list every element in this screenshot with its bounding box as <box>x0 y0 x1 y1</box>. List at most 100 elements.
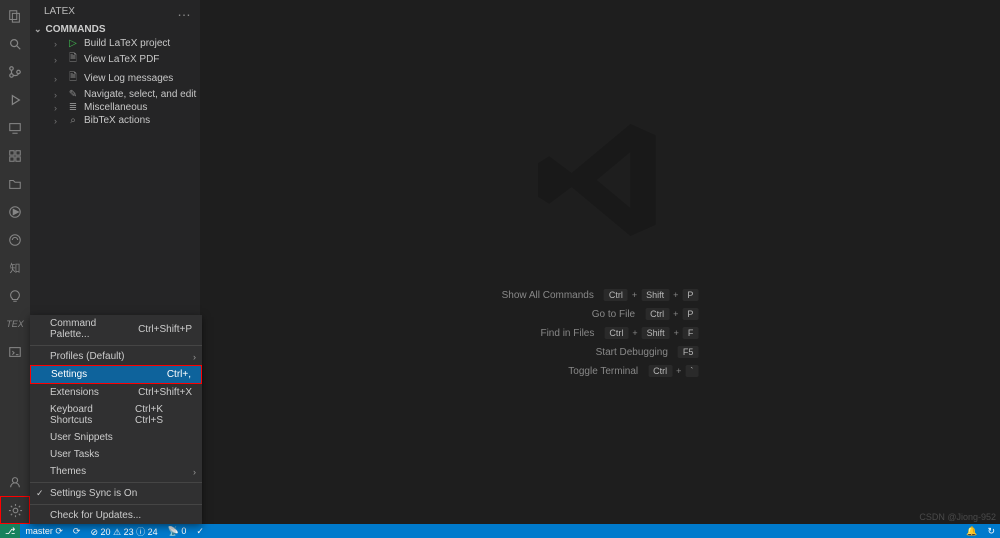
credit-watermark: CSDN @Jiong-952 <box>919 512 996 522</box>
context-menu-item[interactable]: Settings Ctrl+, <box>30 365 202 384</box>
activity-cloud-icon[interactable] <box>0 226 30 254</box>
context-menu-item[interactable]: Profiles (Default) › <box>30 348 202 365</box>
activity-extensions-icon[interactable] <box>0 142 30 170</box>
context-menu-label: Extensions <box>50 387 99 398</box>
tree-item-icon: ≣ <box>68 102 78 113</box>
shortcut-hint: Start Debugging F5 <box>596 346 699 358</box>
context-menu-item[interactable]: Keyboard ShortcutsCtrl+K Ctrl+S <box>30 401 202 429</box>
tree-item-label: View Log messages <box>84 73 173 84</box>
tree-item-icon: 🗎 <box>68 51 78 68</box>
status-remote[interactable]: ⎇ <box>0 524 20 538</box>
shortcut-hint: Go to FileCtrl+P <box>592 308 699 320</box>
chevron-right-icon: › <box>54 116 62 126</box>
context-menu-shortcut: Ctrl+K Ctrl+S <box>135 404 192 426</box>
sidebar-section-header[interactable]: COMMANDS <box>30 22 200 37</box>
tree-item-label: Miscellaneous <box>84 102 147 113</box>
shortcut-label: Find in Files <box>540 328 594 339</box>
status-ports[interactable]: 📡 0 <box>163 524 192 538</box>
context-menu-item[interactable]: Extensions Ctrl+Shift+X <box>30 384 202 401</box>
context-menu-label: Command Palette... <box>50 318 138 340</box>
context-menu-separator <box>30 345 202 346</box>
context-menu-shortcut: Ctrl+Shift+X <box>138 387 192 398</box>
submenu-indicator-icon: › <box>193 467 196 477</box>
status-errors[interactable]: ⊘ 20 ⚠ 23 ⓘ 24 <box>85 524 162 538</box>
context-menu-label: Settings Sync is On <box>50 488 137 499</box>
context-menu-item[interactable]: Themes › <box>30 463 202 480</box>
shortcut-hint: Toggle TerminalCtrl+` <box>568 365 698 377</box>
activity-zhi-icon[interactable]: 知 <box>0 254 30 282</box>
chevron-right-icon: › <box>54 55 62 65</box>
settings-context-menu: Command Palette...Ctrl+Shift+P Profiles (… <box>30 315 202 524</box>
tree-item-icon: ⌕ <box>68 115 78 126</box>
shortcut-label: Show All Commands <box>502 290 594 301</box>
check-icon: ✓ <box>36 488 44 499</box>
activity-scm-icon[interactable] <box>0 58 30 86</box>
shortcut-label: Toggle Terminal <box>568 366 638 377</box>
status-sync[interactable]: ⟳ <box>68 524 86 538</box>
shortcut-label: Start Debugging <box>596 347 668 358</box>
key-hint: Ctrl <box>645 308 669 320</box>
status-feedback[interactable]: ↻ <box>982 526 1000 537</box>
activity-tex-icon[interactable]: TEX <box>0 310 30 338</box>
context-menu-shortcut: Ctrl+, <box>167 369 191 380</box>
activity-terminal-icon[interactable] <box>0 338 30 366</box>
tree-item[interactable]: › 🗎 View Log messages <box>42 69 200 88</box>
activity-bulb-icon[interactable] <box>0 282 30 310</box>
activity-folder-icon[interactable] <box>0 170 30 198</box>
tree-item[interactable]: › ⌕ BibTeX actions <box>42 114 200 127</box>
tree-item-icon: ▷ <box>68 38 78 49</box>
context-menu-item[interactable]: Check for Updates... <box>30 507 202 524</box>
shortcut-label: Go to File <box>592 309 635 320</box>
sidebar-title: LATEX <box>44 6 75 17</box>
key-hint: P <box>682 308 698 320</box>
tree-item-label: View LaTeX PDF <box>84 54 159 65</box>
activity-remote-icon[interactable] <box>0 114 30 142</box>
activity-account-icon[interactable] <box>0 468 30 496</box>
key-hint: Ctrl <box>604 327 628 339</box>
key-hint: Shift <box>641 289 669 301</box>
key-hint: ` <box>685 365 698 377</box>
activity-explorer-icon[interactable] <box>0 2 30 30</box>
key-hint: Shift <box>642 327 670 339</box>
key-hint: Ctrl <box>604 289 628 301</box>
key-hint: F <box>683 327 699 339</box>
activity-settings-icon[interactable] <box>0 496 30 524</box>
chevron-right-icon: › <box>54 90 62 100</box>
activity-debug-icon[interactable] <box>0 86 30 114</box>
sidebar-more-icon[interactable]: … <box>177 3 192 19</box>
activity-search-icon[interactable] <box>0 30 30 58</box>
tree-item[interactable]: › ✎ Navigate, select, and edit <box>42 88 200 101</box>
chevron-right-icon: › <box>54 39 62 49</box>
status-check[interactable]: ✓ <box>191 524 209 538</box>
context-menu-item[interactable]: User Tasks <box>30 446 202 463</box>
key-hint: Ctrl <box>648 365 672 377</box>
context-menu-item[interactable]: Command Palette...Ctrl+Shift+P <box>30 315 202 343</box>
context-menu-label: Themes <box>50 466 86 477</box>
key-hint: P <box>682 289 698 301</box>
shortcut-hint: Show All CommandsCtrl+Shift+P <box>502 289 699 301</box>
status-notifications[interactable]: 🔔 <box>961 526 982 537</box>
activity-live-icon[interactable] <box>0 198 30 226</box>
shortcut-hint: Find in FilesCtrl+Shift+F <box>540 327 698 339</box>
tree-item-label: Build LaTeX project <box>84 38 170 49</box>
tree-item[interactable]: › 🗎 View LaTeX PDF <box>42 50 200 69</box>
tree-item-label: Navigate, select, and edit <box>84 89 196 100</box>
context-menu-label: Check for Updates... <box>50 510 141 521</box>
tree-item[interactable]: › ≣ Miscellaneous <box>42 101 200 114</box>
context-menu-item[interactable]: User Snippets <box>30 429 202 446</box>
chevron-right-icon: › <box>54 74 62 84</box>
tree-item-icon: 🗎 <box>68 70 78 87</box>
chevron-right-icon: › <box>54 103 62 113</box>
context-menu-label: Keyboard Shortcuts <box>50 404 135 426</box>
key-hint: F5 <box>678 346 699 358</box>
status-git[interactable]: master ⟳ <box>20 524 68 538</box>
context-menu-item[interactable]: ✓ Settings Sync is On <box>30 485 202 502</box>
tree-item[interactable]: › ▷ Build LaTeX project <box>42 37 200 50</box>
context-menu-shortcut: Ctrl+Shift+P <box>138 324 192 335</box>
submenu-indicator-icon: › <box>193 352 196 362</box>
context-menu-label: Settings <box>51 369 87 380</box>
tree-item-icon: ✎ <box>68 89 78 100</box>
context-menu-label: User Snippets <box>50 432 113 443</box>
context-menu-label: Profiles (Default) <box>50 351 124 362</box>
vscode-watermark-logo <box>530 110 670 253</box>
